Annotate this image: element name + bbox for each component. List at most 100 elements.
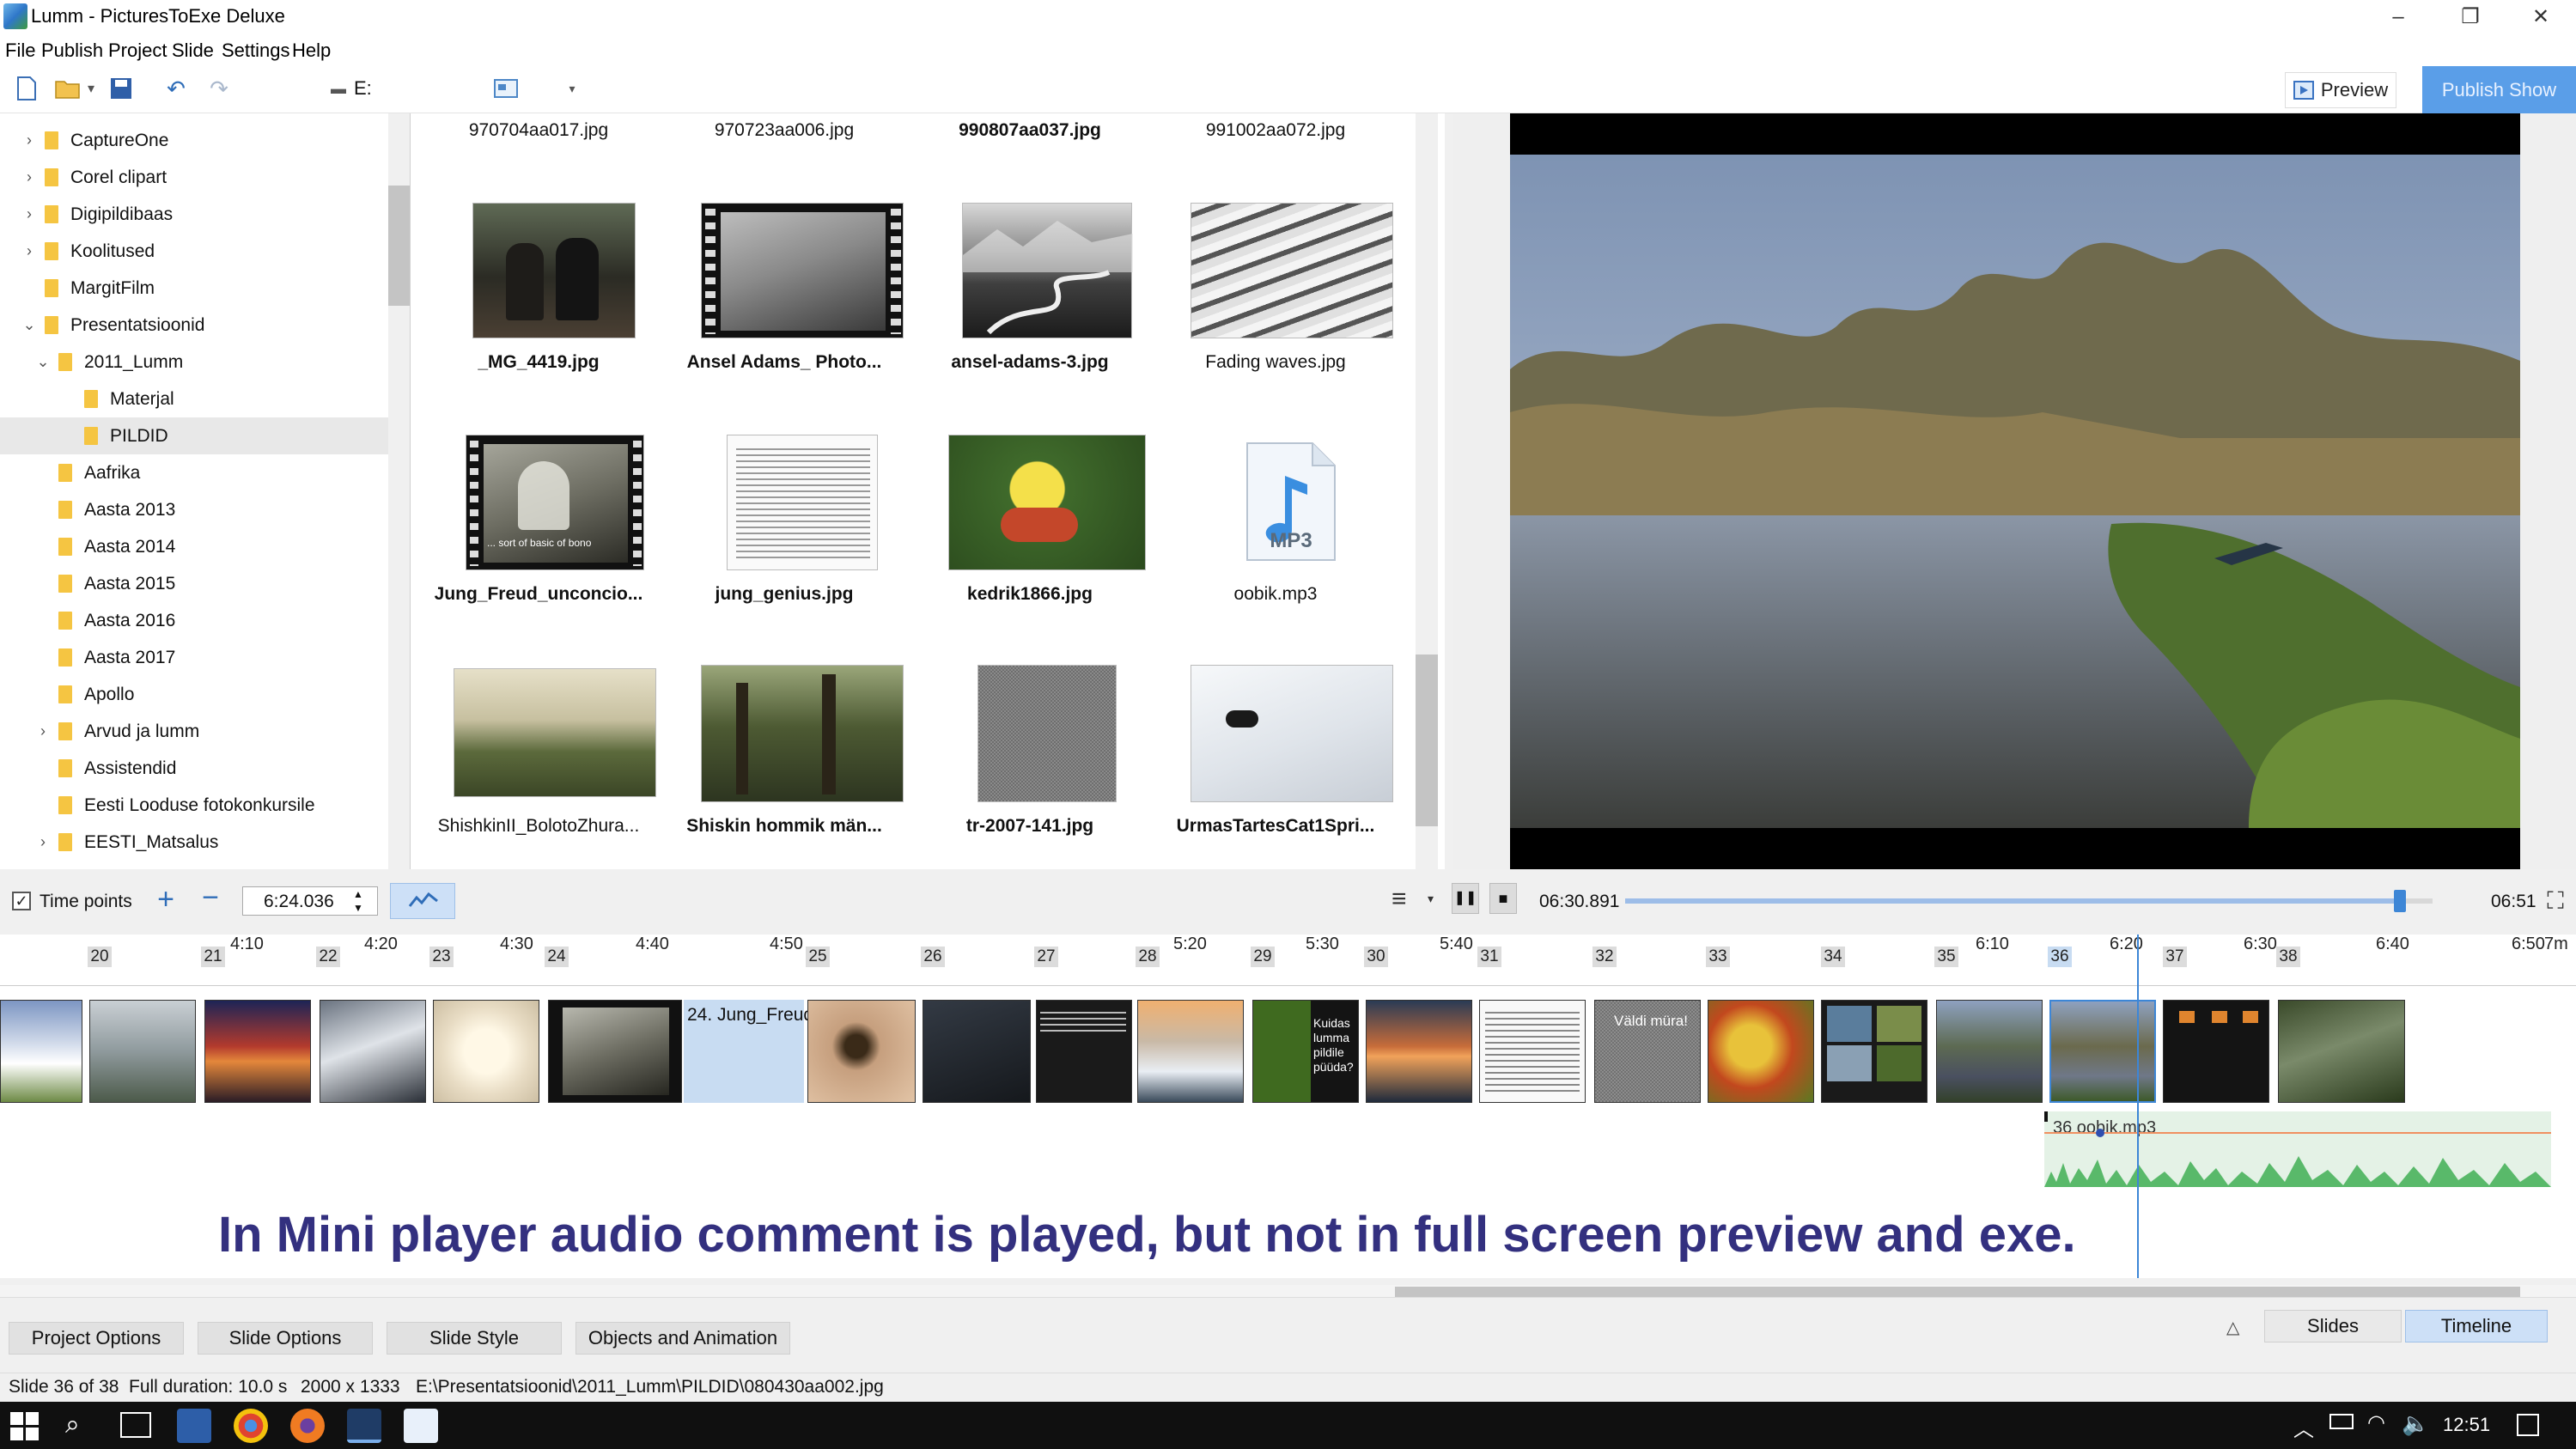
floppy-app-icon[interactable] xyxy=(177,1409,211,1443)
slide-thumbnail[interactable] xyxy=(1479,1000,1586,1103)
file-thumbnail[interactable] xyxy=(701,665,904,802)
remove-timepoint-icon[interactable]: − xyxy=(196,883,225,914)
slide-number[interactable]: 27 xyxy=(1034,947,1058,967)
expand-arrow-icon[interactable]: › xyxy=(34,833,52,851)
slide-number[interactable]: 22 xyxy=(316,947,340,967)
slide-number[interactable]: 33 xyxy=(1706,947,1730,967)
pause-button[interactable]: ❚❚ xyxy=(1452,883,1479,914)
slide-thumbnail[interactable] xyxy=(807,1000,916,1103)
tree-item[interactable]: Eesti Looduse fotokonkursile xyxy=(0,787,388,824)
slide-thumbnail[interactable]: Väldi müra! xyxy=(1594,1000,1701,1103)
slide-24-block[interactable]: 24. Jung_Freud xyxy=(684,1000,813,1103)
minimize-button[interactable]: – xyxy=(2362,0,2434,36)
slide-number[interactable]: 24 xyxy=(545,947,569,967)
slide-thumbnail[interactable] xyxy=(89,1000,196,1103)
view-options-dropdown-icon[interactable]: ▾ xyxy=(563,74,581,103)
slide-thumbnail[interactable] xyxy=(1936,1000,2043,1103)
slide-thumbnail[interactable] xyxy=(923,1000,1031,1103)
menu-publish[interactable]: Publish xyxy=(38,40,107,62)
tree-item[interactable]: Assistendid xyxy=(0,750,388,787)
expand-arrow-icon[interactable]: › xyxy=(34,722,52,740)
open-recent-dropdown-icon[interactable]: ▾ xyxy=(82,74,100,103)
tree-scrollbar-thumb[interactable] xyxy=(388,186,410,306)
file-name[interactable]: 991002aa072.jpg xyxy=(1151,120,1400,141)
progress-thumb[interactable] xyxy=(2394,890,2407,912)
clock[interactable]: 12:51 xyxy=(2443,1414,2490,1436)
tree-item[interactable]: ⌄ 2011_Lumm xyxy=(0,344,388,381)
slide-thumbnail[interactable] xyxy=(1821,1000,1927,1103)
battery-icon[interactable] xyxy=(2329,1414,2354,1429)
tree-item[interactable]: › Koolitused xyxy=(0,233,388,270)
progress-track[interactable] xyxy=(1625,890,2433,912)
tree-item[interactable]: Aasta 2014 xyxy=(0,528,388,565)
slide-number[interactable]: 26 xyxy=(921,947,945,967)
open-project-icon[interactable] xyxy=(53,74,82,103)
slide-number[interactable]: 29 xyxy=(1251,947,1275,967)
tab-slide-style[interactable]: Slide Style xyxy=(387,1322,562,1355)
tab-timeline[interactable]: Timeline xyxy=(2405,1310,2548,1342)
file-name[interactable]: tr-2007-141.jpg xyxy=(905,816,1154,837)
tree-item[interactable]: ⌄ Presentatsioonid xyxy=(0,307,388,344)
file-name[interactable]: Jung_Freud_unconcio... xyxy=(414,584,663,605)
file-name[interactable]: kedrik1866.jpg xyxy=(905,584,1154,605)
file-thumbnail[interactable] xyxy=(472,203,636,338)
slide-number[interactable]: 25 xyxy=(806,947,830,967)
slide-number[interactable]: 30 xyxy=(1364,947,1388,967)
tree-item[interactable]: Materjal xyxy=(0,381,388,417)
tray-chevron-icon[interactable]: ︿ xyxy=(2293,1412,2314,1442)
slide-thumbnail[interactable] xyxy=(2278,1000,2405,1103)
preview-button[interactable]: Preview xyxy=(2285,72,2396,108)
time-stepper-icon[interactable]: ▲ ▼ xyxy=(353,887,363,915)
slide-number[interactable]: 20 xyxy=(88,947,112,967)
task-view-icon[interactable] xyxy=(120,1412,151,1438)
expand-arrow-icon[interactable]: › xyxy=(21,205,38,223)
tree-item[interactable]: Apollo xyxy=(0,676,388,713)
file-name[interactable]: 970723aa006.jpg xyxy=(660,120,909,141)
slide-number[interactable]: 38 xyxy=(2276,947,2300,967)
waveform-toggle-button[interactable] xyxy=(390,883,455,919)
slide-number[interactable]: 32 xyxy=(1592,947,1617,967)
redo-icon[interactable]: ↷ xyxy=(204,74,234,103)
menu-help[interactable]: Help xyxy=(289,40,334,62)
slide-thumbnail[interactable] xyxy=(433,1000,539,1103)
slide-number[interactable]: 35 xyxy=(1934,947,1958,967)
new-project-icon[interactable] xyxy=(12,74,41,103)
picturestoexe-taskbar-icon[interactable] xyxy=(347,1409,381,1443)
tree-item-selected[interactable]: PILDID xyxy=(0,417,388,454)
list-menu-dropdown-icon[interactable]: ▾ xyxy=(1428,892,1434,906)
tree-item[interactable]: › Digipildibaas xyxy=(0,196,388,233)
add-timepoint-icon[interactable]: + xyxy=(151,885,180,914)
expand-arrow-icon[interactable]: › xyxy=(21,131,38,149)
file-thumbnail[interactable] xyxy=(727,435,878,570)
menu-settings[interactable]: Settings xyxy=(218,40,294,62)
tab-slides[interactable]: Slides xyxy=(2264,1310,2402,1342)
slide-number[interactable]: 28 xyxy=(1136,947,1160,967)
collapse-icon[interactable]: △ xyxy=(2226,1317,2239,1338)
menu-project[interactable]: Project xyxy=(105,40,170,62)
audio-track[interactable]: 36 oobik.mp3 xyxy=(2044,1111,2551,1187)
notifications-icon[interactable] xyxy=(2517,1414,2539,1436)
windows-start-icon[interactable] xyxy=(10,1412,40,1441)
file-thumbnail[interactable] xyxy=(977,665,1117,802)
slide-number-current[interactable]: 36 xyxy=(2048,947,2072,967)
time-input[interactable]: 6:24.036 ▲ ▼ xyxy=(242,886,378,916)
chrome-icon[interactable] xyxy=(234,1409,268,1443)
slide-number[interactable]: 23 xyxy=(429,947,454,967)
file-name[interactable]: _MG_4419.jpg xyxy=(414,352,663,373)
collapse-arrow-icon[interactable]: ⌄ xyxy=(21,316,38,334)
list-menu-icon[interactable]: ≡ xyxy=(1392,886,1417,912)
slide-thumbnail[interactable]: Kuidas lumma pildile püüda? xyxy=(1252,1000,1359,1103)
slide-number[interactable]: 31 xyxy=(1477,947,1501,967)
slide-number[interactable]: 21 xyxy=(201,947,225,967)
file-thumbnail[interactable] xyxy=(1191,665,1393,802)
drive-label[interactable]: E: xyxy=(354,77,372,100)
tab-slide-options[interactable]: Slide Options xyxy=(198,1322,373,1355)
tree-item[interactable]: › Corel clipart xyxy=(0,159,388,196)
slide-thumbnail[interactable] xyxy=(1036,1000,1132,1103)
stop-button[interactable]: ■ xyxy=(1489,883,1517,914)
file-thumbnail[interactable] xyxy=(962,203,1133,338)
tree-item[interactable]: › Arvud ja lumm xyxy=(0,713,388,750)
slide-thumbnail[interactable] xyxy=(1366,1000,1472,1103)
undo-icon[interactable]: ↶ xyxy=(161,74,191,103)
tree-scrollbar[interactable] xyxy=(388,113,410,869)
